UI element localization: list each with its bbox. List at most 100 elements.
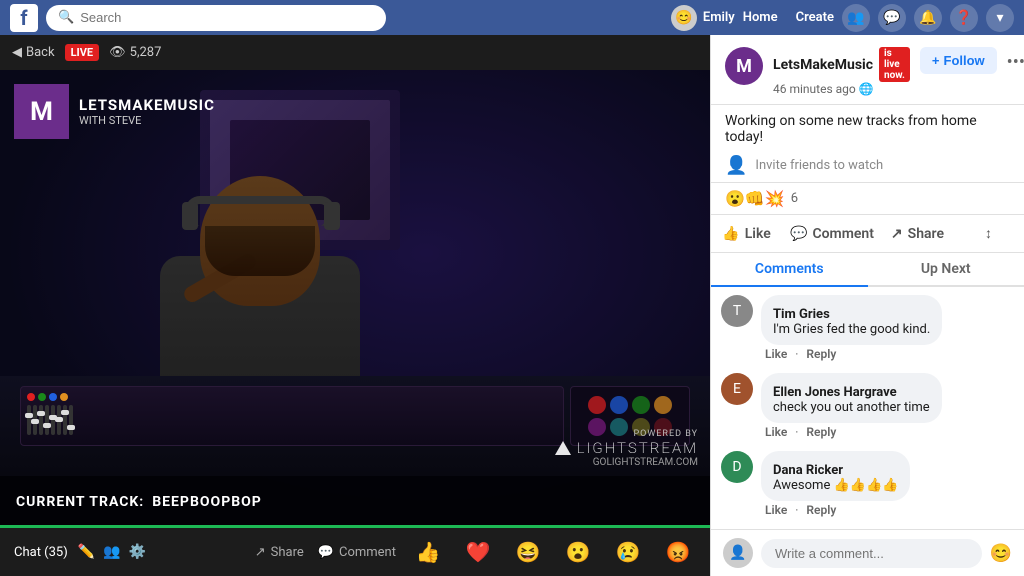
reaction-like[interactable]: 👍 <box>410 534 446 570</box>
separator: · <box>795 425 798 439</box>
reply-comment-btn[interactable]: Reply <box>806 503 836 517</box>
main-layout: ◀ Back LIVE 👁 5,287 <box>0 35 1024 576</box>
account-menu-icon[interactable]: ▾ <box>986 4 1014 32</box>
commenter-avatar: T <box>721 295 753 327</box>
chat-people-icon[interactable]: 👥 <box>103 544 120 560</box>
host-meta: 46 minutes ago 🌐 <box>773 82 910 96</box>
reaction-wow[interactable]: 😮 <box>560 534 596 570</box>
more-reactions-action[interactable]: ↕ <box>953 217 1024 250</box>
video-panel: ◀ Back LIVE 👁 5,287 <box>0 35 710 576</box>
host-name[interactable]: LetsMakeMusic <box>773 57 873 73</box>
help-icon[interactable]: ❓ <box>950 4 978 32</box>
top-navigation: f 🔍 😊 Emily Home Create 👥 💬 🔔 ❓ ▾ <box>0 0 1024 35</box>
friends-icon[interactable]: 👥 <box>842 4 870 32</box>
video-area: POWERED BY LIGHTSTREAM GOLIGHTSTREAM.COM… <box>0 70 710 528</box>
channel-subtitle: WITH STEVE <box>79 114 215 127</box>
comment-action[interactable]: 💬 Comment <box>782 218 882 250</box>
user-profile[interactable]: 😊 Emily <box>671 5 735 31</box>
comment-actions: Like · Reply <box>761 501 910 519</box>
video-bottom-bar: Chat (35) ✏️ 👥 ⚙️ ↗ Share 💬 Comment 👍 ❤️… <box>0 528 710 576</box>
host-initial: M <box>736 56 752 77</box>
more-options-button[interactable]: ••• <box>1007 47 1024 77</box>
comment-item: T Tim Gries I'm Gries fed the good kind.… <box>721 295 1014 363</box>
search-icon: 🔍 <box>58 10 74 25</box>
comment-input-area: 👤 😊 <box>711 529 1024 576</box>
track-name: BEEPBOOPBOP <box>152 494 262 510</box>
view-count-number: 5,287 <box>130 45 162 60</box>
reply-comment-btn[interactable]: Reply <box>806 347 836 361</box>
lightstream-triangle-icon <box>555 441 571 455</box>
nav-icons: 👥 💬 🔔 ❓ ▾ <box>842 4 1014 32</box>
commenter-name: Ellen Jones Hargrave <box>773 385 897 400</box>
commenter-name: Dana Ricker <box>773 463 843 478</box>
comments-area: T Tim Gries I'm Gries fed the good kind.… <box>711 287 1024 529</box>
messenger-icon[interactable]: 💬 <box>878 4 906 32</box>
comment-text: Awesome 👍👍👍👍 <box>773 478 898 493</box>
comment-text: check you out another time <box>773 400 930 415</box>
back-arrow-icon: ◀ <box>12 45 22 60</box>
invite-text: Invite friends to watch <box>755 158 883 173</box>
comment-button[interactable]: 💬 Comment <box>318 545 396 560</box>
fb-logo-letter: f <box>20 6 27 30</box>
host-time-ago: 46 minutes ago <box>773 82 856 96</box>
reaction-haha[interactable]: 😆 <box>510 534 546 570</box>
follow-button[interactable]: + Follow <box>920 47 997 74</box>
share-arrow-icon: ↗ <box>891 226 903 242</box>
chat-label: Chat (35) ✏️ 👥 ⚙️ <box>14 544 146 560</box>
chat-label-text: Chat (35) <box>14 545 68 560</box>
share-action-label: Share <box>908 226 944 242</box>
comment-content: Tim Gries I'm Gries fed the good kind. L… <box>761 295 942 363</box>
person-add-icon: 👤 <box>725 155 747 176</box>
follow-label: Follow <box>944 53 985 68</box>
globe-icon: 🌐 <box>859 82 874 96</box>
nav-link-home[interactable]: Home <box>743 10 778 25</box>
eye-icon: 👁 <box>109 45 126 60</box>
track-label: CURRENT TRACK: <box>16 494 144 510</box>
host-info: LetsMakeMusic is live now. 46 minutes ag… <box>773 47 910 96</box>
like-comment-btn[interactable]: Like <box>765 503 787 517</box>
search-input[interactable] <box>80 10 374 25</box>
comment-action-label: Comment <box>812 226 873 242</box>
progress-bar <box>0 525 710 528</box>
host-name-row: LetsMakeMusic is live now. <box>773 47 910 82</box>
like-action[interactable]: 👍 Like <box>711 218 782 250</box>
invite-row[interactable]: 👤 Invite friends to watch <box>711 149 1024 183</box>
reactions-display: 😮👊💥 <box>725 189 785 208</box>
notifications-icon[interactable]: 🔔 <box>914 4 942 32</box>
share-action[interactable]: ↗ Share <box>882 218 953 250</box>
back-label: Back <box>26 45 55 60</box>
chat-edit-icon[interactable]: ✏️ <box>78 544 95 560</box>
lightstream-brand: LIGHTSTREAM <box>577 439 698 457</box>
thumbs-up-icon: 👍 <box>722 226 739 242</box>
comment-item: D Dana Ricker Awesome 👍👍👍👍 Like · Reply <box>721 451 1014 519</box>
comment-input[interactable] <box>761 539 982 568</box>
more-dots-icon: ••• <box>1007 52 1024 73</box>
search-bar[interactable]: 🔍 <box>46 5 386 31</box>
share-icon: ↗ <box>255 545 266 560</box>
comment-actions: Like · Reply <box>761 423 942 441</box>
back-button[interactable]: ◀ Back <box>12 45 55 60</box>
nav-link-create[interactable]: Create <box>796 10 834 25</box>
like-comment-btn[interactable]: Like <box>765 425 787 439</box>
reaction-angry[interactable]: 😡 <box>660 534 696 570</box>
share-label: Share <box>271 545 304 560</box>
comment-input-avatar: 👤 <box>723 538 753 568</box>
reaction-count: 6 <box>791 191 798 206</box>
emoji-button[interactable]: 😊 <box>990 543 1012 564</box>
reaction-love[interactable]: ❤️ <box>460 534 496 570</box>
reply-comment-btn[interactable]: Reply <box>806 425 836 439</box>
tabs-bar: Comments Up Next <box>711 253 1024 287</box>
lightstream-powered-label: POWERED BY <box>555 429 698 439</box>
comment-text: I'm Gries fed the good kind. <box>773 322 930 337</box>
stream-host-row: M LetsMakeMusic is live now. 46 minutes … <box>725 47 1010 96</box>
tab-comments[interactable]: Comments <box>711 253 868 287</box>
comment-bubble: Tim Gries I'm Gries fed the good kind. <box>761 295 942 345</box>
tab-up-next[interactable]: Up Next <box>868 253 1024 285</box>
like-comment-btn[interactable]: Like <box>765 347 787 361</box>
share-button[interactable]: ↗ Share <box>255 545 304 560</box>
comment-content: Dana Ricker Awesome 👍👍👍👍 Like · Reply <box>761 451 910 519</box>
comment-actions: Like · Reply <box>761 345 942 363</box>
reaction-sad[interactable]: 😢 <box>610 534 646 570</box>
reactions-more-icon: ↕ <box>985 225 992 242</box>
chat-settings-icon[interactable]: ⚙️ <box>129 544 146 560</box>
